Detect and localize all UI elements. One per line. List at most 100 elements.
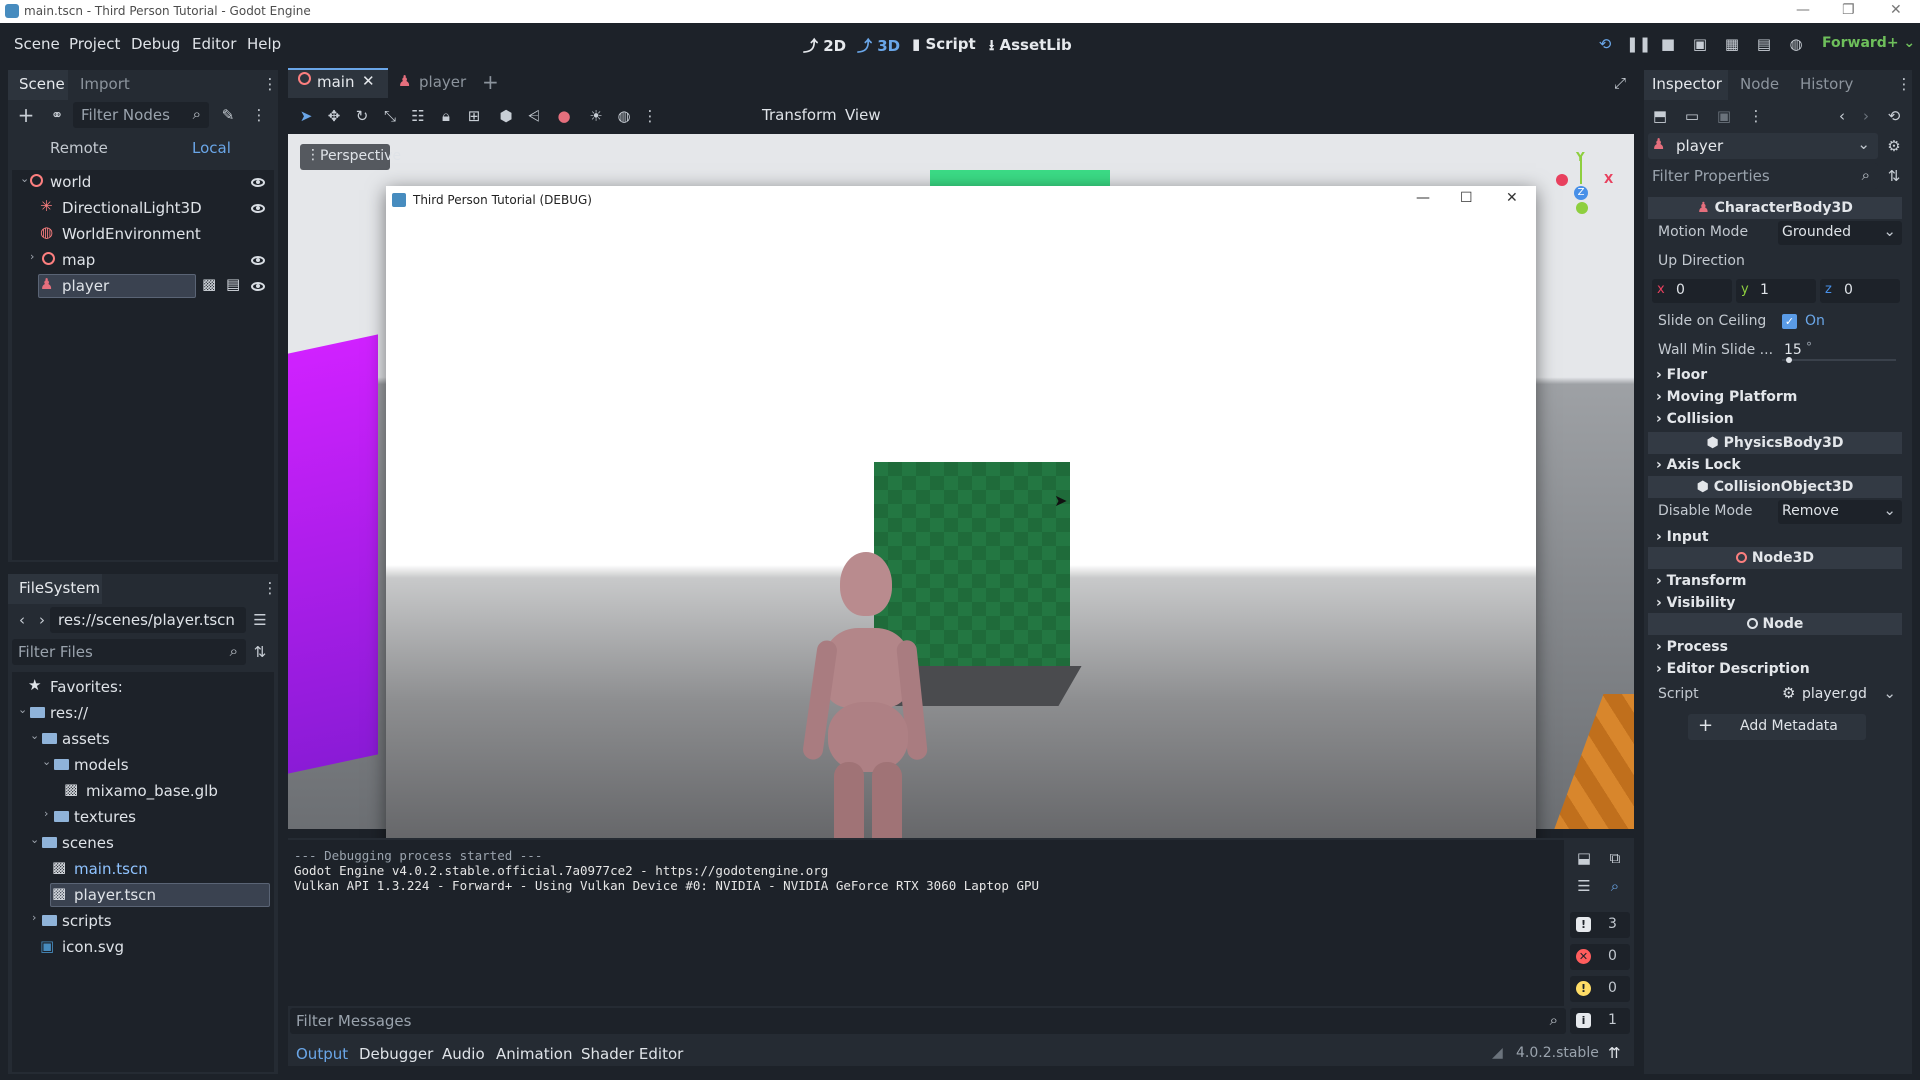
stop-icon[interactable]: ■: [1658, 34, 1678, 54]
back-icon[interactable]: ‹: [1832, 106, 1852, 126]
section-collisionobject3d[interactable]: ⬢ CollisionObject3D: [1648, 476, 1902, 498]
tab-debugger[interactable]: Debugger: [359, 1045, 433, 1063]
split-mode-icon[interactable]: ☰: [250, 610, 270, 630]
tab-inspector[interactable]: Inspector: [1652, 75, 1722, 93]
disable-mode-select[interactable]: Remove ⌄: [1778, 500, 1902, 524]
menu-editor[interactable]: Editor: [192, 35, 236, 53]
movie-maker-icon[interactable]: ◍: [1786, 34, 1806, 54]
up-x-field[interactable]: x 0: [1652, 279, 1732, 303]
expand-panel-icon[interactable]: ⇈: [1608, 1044, 1621, 1062]
property-options-icon[interactable]: ⇅: [1884, 166, 1904, 186]
dock-menu-icon[interactable]: ⋮: [1894, 74, 1914, 94]
group-transform[interactable]: › Transform: [1656, 573, 1747, 589]
chevron-down-icon[interactable]: ⌄: [30, 729, 39, 742]
section-node[interactable]: Node: [1648, 613, 1902, 635]
group-floor[interactable]: › Floor: [1656, 367, 1707, 383]
group-collision[interactable]: › Collision: [1656, 411, 1734, 427]
error-count-toggle[interactable]: ✕ 0: [1570, 944, 1630, 970]
message-count-toggle[interactable]: ! 3: [1570, 912, 1630, 938]
collapse-icon[interactable]: ☰: [1574, 876, 1594, 896]
group-moving-platform[interactable]: › Moving Platform: [1656, 389, 1797, 405]
reload-icon[interactable]: ⟲: [1595, 34, 1615, 54]
visibility-eye-icon[interactable]: [251, 178, 265, 187]
script-icon[interactable]: ▤: [226, 275, 240, 293]
visibility-eye-icon[interactable]: [251, 256, 265, 265]
history-icon[interactable]: ⟲: [1884, 106, 1904, 126]
chevron-right-icon[interactable]: ›: [30, 250, 34, 263]
chevron-down-icon[interactable]: ⌄: [30, 833, 39, 846]
tab-shader-editor[interactable]: Shader Editor: [581, 1045, 683, 1063]
close-icon[interactable]: ✕: [1506, 190, 1518, 206]
snap-icon[interactable]: ⩤: [524, 106, 544, 126]
filter-properties-input[interactable]: Filter Properties ⌕: [1648, 163, 1878, 189]
sort-icon[interactable]: ⇅: [250, 642, 270, 662]
group-editor-description[interactable]: › Editor Description: [1656, 661, 1810, 677]
tab-main[interactable]: main: [317, 73, 354, 91]
menu-project[interactable]: Project: [69, 35, 120, 53]
move-tool-icon[interactable]: ✥: [324, 106, 344, 126]
scene-menu-icon[interactable]: ⋮: [249, 105, 269, 125]
sun-icon[interactable]: ☀: [586, 106, 606, 126]
add-node-icon[interactable]: +: [16, 105, 36, 125]
script-attach-icon[interactable]: ✎: [218, 105, 238, 125]
tab-filesystem[interactable]: FileSystem: [19, 579, 100, 597]
motion-mode-select[interactable]: Grounded ⌄: [1778, 221, 1902, 245]
add-metadata-button[interactable]: + Add Metadata: [1688, 714, 1866, 740]
group-input[interactable]: › Input: [1656, 529, 1709, 545]
dock-menu-icon[interactable]: ⋮: [260, 74, 280, 94]
load-resource-icon[interactable]: ▭: [1682, 106, 1702, 126]
local-space-icon[interactable]: ⬢: [496, 106, 516, 126]
filter-files-input[interactable]: Filter Files ⌕: [12, 639, 246, 665]
forward-icon[interactable]: ›: [1856, 106, 1876, 126]
chevron-right-icon[interactable]: ›: [44, 807, 48, 820]
menu-scene[interactable]: Scene: [14, 35, 60, 53]
up-z-field[interactable]: z 0: [1820, 279, 1900, 303]
tree-node-map[interactable]: › map: [16, 248, 276, 272]
list-select-icon[interactable]: ☷: [408, 106, 428, 126]
maximize-icon[interactable]: ☐: [1460, 190, 1473, 206]
slider-grabber[interactable]: [1786, 357, 1792, 363]
tree-node-player[interactable]: ♟ player ▩ ▤: [16, 274, 276, 298]
tab-scene[interactable]: Scene: [19, 75, 65, 93]
object-selector[interactable]: ♟ player ⌄: [1648, 133, 1878, 159]
minimize-icon[interactable]: —: [1796, 2, 1810, 18]
play-custom-icon[interactable]: ▤: [1754, 34, 1774, 54]
editor-count-toggle[interactable]: i 1: [1570, 1008, 1630, 1034]
visibility-eye-icon[interactable]: [251, 282, 265, 291]
forward-icon[interactable]: ›: [32, 610, 52, 630]
visibility-eye-icon[interactable]: [251, 204, 265, 213]
back-icon[interactable]: ‹: [12, 610, 32, 630]
section-node3d[interactable]: Node3D: [1648, 547, 1902, 569]
tab-history[interactable]: History: [1800, 75, 1853, 93]
workspace-script-button[interactable]: ▮ Script: [912, 35, 976, 53]
slide-on-ceiling-checkbox[interactable]: ✓: [1782, 314, 1797, 329]
tree-node-worldenvironment[interactable]: ◍ WorldEnvironment: [16, 222, 276, 246]
tab-player[interactable]: player: [419, 73, 466, 91]
local-tab[interactable]: Local: [192, 139, 231, 157]
restore-icon[interactable]: ❐: [1842, 2, 1855, 18]
tab-import[interactable]: Import: [80, 75, 130, 93]
section-characterbody3d[interactable]: ♟ CharacterBody3D: [1648, 197, 1902, 219]
search-icon[interactable]: ⌕: [1605, 876, 1625, 896]
remote-debug-icon[interactable]: ▣: [1690, 34, 1710, 54]
warning-count-toggle[interactable]: ! 0: [1570, 976, 1630, 1002]
minimize-icon[interactable]: —: [1416, 190, 1430, 206]
group-icon[interactable]: ⊞: [464, 106, 484, 126]
camera-override-icon[interactable]: ●: [554, 106, 574, 126]
environment-icon[interactable]: ◍: [614, 106, 634, 126]
workspace-2d-button[interactable]: ⤴ 2D: [803, 35, 846, 56]
transform-menu[interactable]: Transform: [762, 106, 837, 124]
workspace-3d-button[interactable]: ⤴ 3D: [857, 35, 900, 56]
filter-nodes-input[interactable]: Filter Nodes ⌕: [73, 102, 209, 128]
view-menu[interactable]: View: [845, 106, 881, 124]
group-visibility[interactable]: › Visibility: [1656, 595, 1735, 611]
chevron-down-icon[interactable]: ⌄: [42, 755, 51, 768]
group-process[interactable]: › Process: [1656, 639, 1728, 655]
tab-node[interactable]: Node: [1740, 75, 1779, 93]
renderer-selector[interactable]: Forward+ ⌄: [1822, 35, 1915, 51]
tab-animation[interactable]: Animation: [496, 1045, 572, 1063]
menu-help[interactable]: Help: [247, 35, 281, 53]
resource-menu-icon[interactable]: ⋮: [1746, 106, 1766, 126]
tab-audio[interactable]: Audio: [442, 1045, 485, 1063]
workspace-assetlib-button[interactable]: ⭳ AssetLib: [989, 35, 1072, 60]
